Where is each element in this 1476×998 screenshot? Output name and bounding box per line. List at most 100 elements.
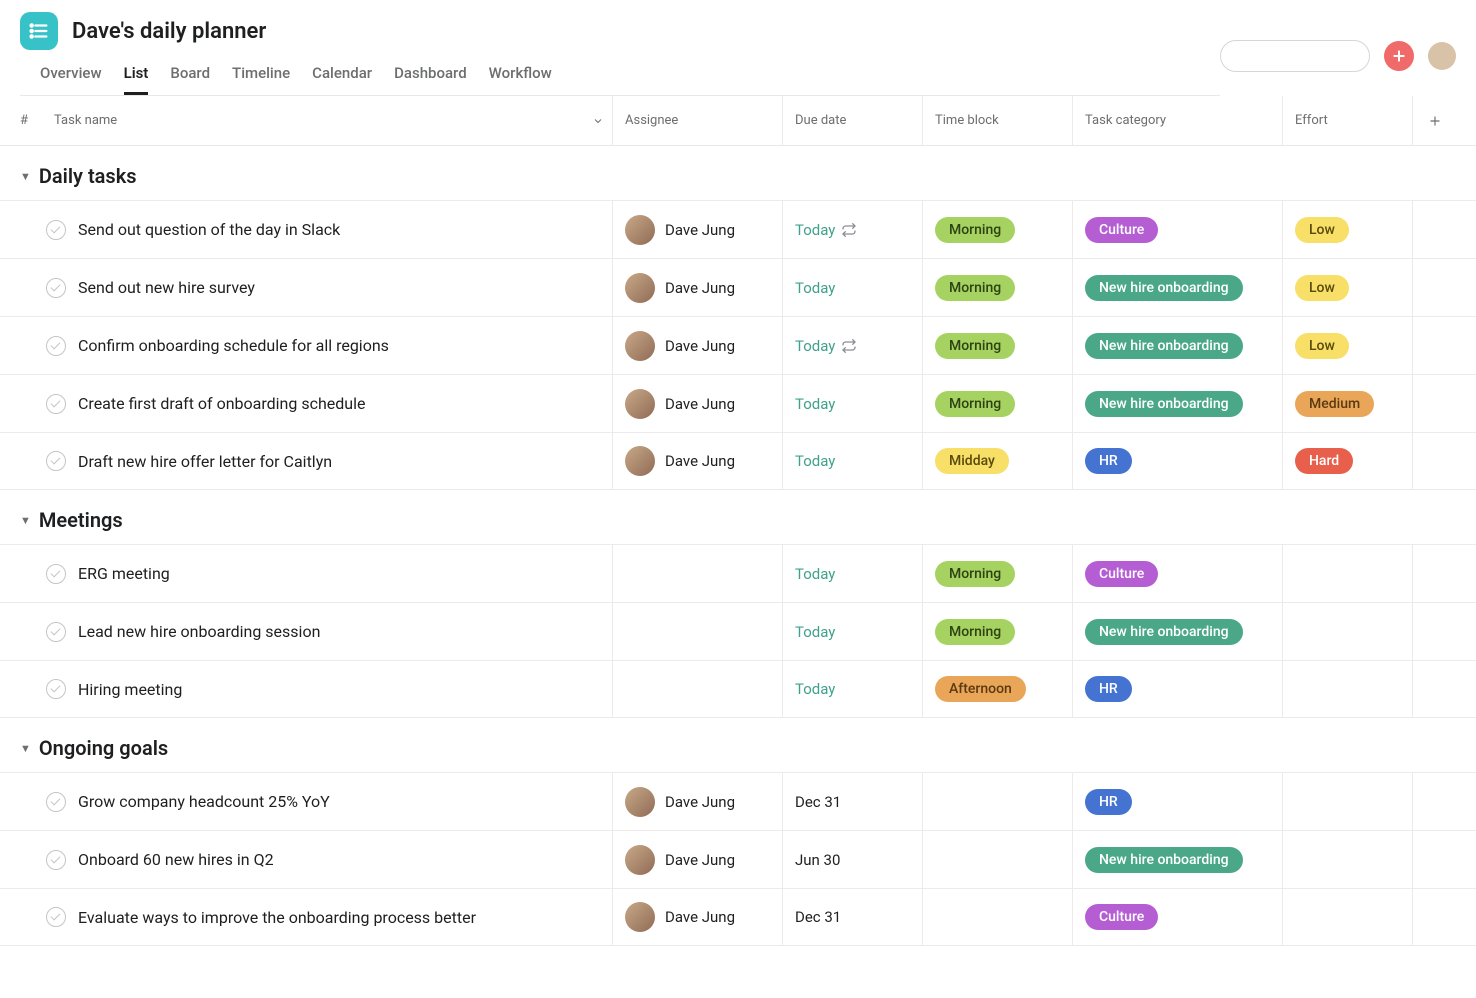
task-row[interactable]: Create first draft of onboarding schedul… — [0, 374, 1476, 432]
complete-checkbox[interactable] — [46, 451, 66, 471]
section-header[interactable]: ▼Daily tasks — [0, 146, 1476, 200]
tab-dashboard[interactable]: Dashboard — [394, 64, 467, 95]
section-header[interactable]: ▼Ongoing goals — [0, 718, 1476, 772]
time-block-cell[interactable]: Midday — [922, 433, 1072, 489]
complete-checkbox[interactable] — [46, 679, 66, 699]
task-row[interactable]: Lead new hire onboarding sessionToday Mo… — [0, 602, 1476, 660]
effort-cell[interactable]: Low — [1282, 201, 1412, 258]
due-date-cell[interactable]: Today — [782, 603, 922, 660]
tab-timeline[interactable]: Timeline — [232, 64, 290, 95]
time-block-cell[interactable] — [922, 889, 1072, 945]
effort-cell[interactable] — [1282, 889, 1412, 945]
add-column-button[interactable] — [1412, 96, 1456, 145]
category-cell[interactable]: HR — [1072, 773, 1282, 830]
time-block-cell[interactable] — [922, 831, 1072, 888]
due-date-cell[interactable]: Jun 30 — [782, 831, 922, 888]
time-block-cell[interactable] — [922, 773, 1072, 830]
complete-checkbox[interactable] — [46, 394, 66, 414]
effort-cell[interactable] — [1282, 831, 1412, 888]
time-block-cell[interactable]: Morning — [922, 545, 1072, 602]
task-row[interactable]: Hiring meetingToday AfternoonHR — [0, 660, 1476, 718]
due-date-cell[interactable]: Today — [782, 317, 922, 374]
complete-checkbox[interactable] — [46, 907, 66, 927]
category-cell[interactable]: Culture — [1072, 201, 1282, 258]
col-due-date[interactable]: Due date — [782, 96, 922, 145]
tab-workflow[interactable]: Workflow — [489, 64, 552, 95]
project-icon[interactable] — [20, 12, 58, 50]
complete-checkbox[interactable] — [46, 278, 66, 298]
assignee-cell[interactable] — [612, 545, 782, 602]
time-block-cell[interactable]: Morning — [922, 259, 1072, 316]
category-cell[interactable]: Culture — [1072, 545, 1282, 602]
section-header[interactable]: ▼Meetings — [0, 490, 1476, 544]
category-cell[interactable]: New hire onboarding — [1072, 259, 1282, 316]
task-row[interactable]: Grow company headcount 25% YoYDave JungD… — [0, 772, 1476, 830]
tab-calendar[interactable]: Calendar — [312, 64, 372, 95]
col-effort[interactable]: Effort — [1282, 96, 1412, 145]
due-date-cell[interactable]: Today — [782, 545, 922, 602]
effort-cell[interactable] — [1282, 661, 1412, 717]
assignee-cell[interactable]: Dave Jung — [612, 259, 782, 316]
search-box[interactable] — [1220, 40, 1370, 72]
task-row[interactable]: Draft new hire offer letter for CaitlynD… — [0, 432, 1476, 490]
time-block-cell[interactable]: Morning — [922, 603, 1072, 660]
complete-checkbox[interactable] — [46, 850, 66, 870]
category-cell[interactable]: HR — [1072, 433, 1282, 489]
effort-cell[interactable] — [1282, 773, 1412, 830]
tab-board[interactable]: Board — [170, 64, 210, 95]
complete-checkbox[interactable] — [46, 622, 66, 642]
effort-cell[interactable]: Hard — [1282, 433, 1412, 489]
col-task-name[interactable]: Task name — [54, 113, 612, 128]
chevron-down-icon[interactable] — [592, 115, 604, 127]
time-block-cell[interactable]: Morning — [922, 317, 1072, 374]
complete-checkbox[interactable] — [46, 220, 66, 240]
task-row[interactable]: Send out new hire surveyDave JungToday M… — [0, 258, 1476, 316]
user-avatar[interactable] — [1428, 42, 1456, 70]
due-date-cell[interactable]: Dec 31 — [782, 889, 922, 945]
effort-cell[interactable] — [1282, 603, 1412, 660]
assignee-cell[interactable]: Dave Jung — [612, 773, 782, 830]
category-cell[interactable]: New hire onboarding — [1072, 375, 1282, 432]
assignee-cell[interactable]: Dave Jung — [612, 889, 782, 945]
effort-cell[interactable]: Medium — [1282, 375, 1412, 432]
due-date-cell[interactable]: Today — [782, 661, 922, 717]
tab-list[interactable]: List — [124, 64, 149, 95]
assignee-cell[interactable]: Dave Jung — [612, 375, 782, 432]
effort-cell[interactable] — [1282, 545, 1412, 602]
assignee-cell[interactable]: Dave Jung — [612, 201, 782, 258]
tab-overview[interactable]: Overview — [40, 64, 102, 95]
time-block-cell[interactable]: Morning — [922, 201, 1072, 258]
task-row[interactable]: Send out question of the day in SlackDav… — [0, 200, 1476, 258]
assignee-cell[interactable]: Dave Jung — [612, 317, 782, 374]
due-date-cell[interactable]: Today — [782, 201, 922, 258]
assignee-cell[interactable]: Dave Jung — [612, 831, 782, 888]
col-task-category[interactable]: Task category — [1072, 96, 1282, 145]
task-row[interactable]: Evaluate ways to improve the onboarding … — [0, 888, 1476, 946]
col-number[interactable]: # — [20, 113, 54, 128]
category-cell[interactable]: New hire onboarding — [1072, 831, 1282, 888]
due-date-cell[interactable]: Dec 31 — [782, 773, 922, 830]
category-cell[interactable]: New hire onboarding — [1072, 603, 1282, 660]
time-block-cell[interactable]: Afternoon — [922, 661, 1072, 717]
due-date-cell[interactable]: Today — [782, 433, 922, 489]
effort-cell[interactable]: Low — [1282, 317, 1412, 374]
col-time-block[interactable]: Time block — [922, 96, 1072, 145]
assignee-cell[interactable] — [612, 661, 782, 717]
task-row[interactable]: Onboard 60 new hires in Q2Dave JungJun 3… — [0, 830, 1476, 888]
assignee-cell[interactable] — [612, 603, 782, 660]
time-block-cell[interactable]: Morning — [922, 375, 1072, 432]
complete-checkbox[interactable] — [46, 336, 66, 356]
effort-cell[interactable]: Low — [1282, 259, 1412, 316]
due-date-cell[interactable]: Today — [782, 375, 922, 432]
complete-checkbox[interactable] — [46, 564, 66, 584]
col-assignee[interactable]: Assignee — [612, 96, 782, 145]
category-cell[interactable]: Culture — [1072, 889, 1282, 945]
task-row[interactable]: ERG meetingToday MorningCulture — [0, 544, 1476, 602]
complete-checkbox[interactable] — [46, 792, 66, 812]
due-date-cell[interactable]: Today — [782, 259, 922, 316]
task-row[interactable]: Confirm onboarding schedule for all regi… — [0, 316, 1476, 374]
category-cell[interactable]: HR — [1072, 661, 1282, 717]
assignee-cell[interactable]: Dave Jung — [612, 433, 782, 489]
search-input[interactable] — [1231, 49, 1407, 64]
category-cell[interactable]: New hire onboarding — [1072, 317, 1282, 374]
